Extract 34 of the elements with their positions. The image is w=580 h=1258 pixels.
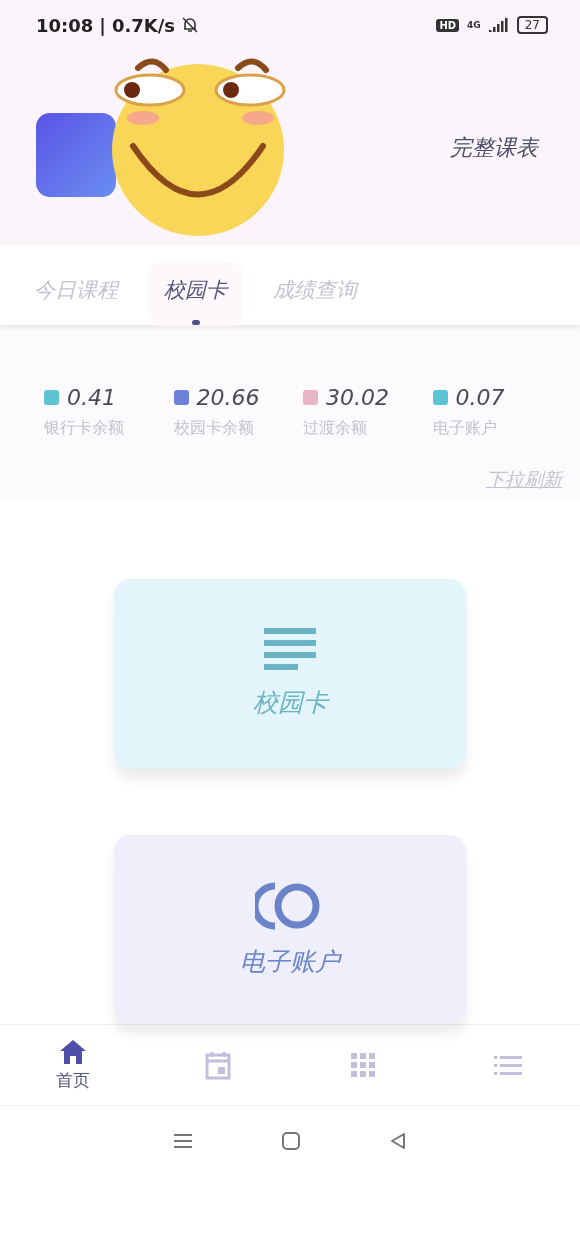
card-title: 电子账户 bbox=[240, 945, 340, 978]
network-speed: 0.7K/s bbox=[111, 14, 175, 36]
balance-label: 校园卡余额 bbox=[173, 418, 255, 439]
calendar-icon bbox=[203, 1050, 232, 1080]
menu-icon[interactable] bbox=[174, 1134, 192, 1148]
status-separator: | bbox=[99, 14, 106, 36]
balance-label: 银行卡余额 bbox=[44, 418, 125, 439]
home-icon bbox=[58, 1038, 87, 1065]
card-title: 校园卡 bbox=[252, 687, 328, 720]
balance-label: 过渡余额 bbox=[303, 418, 368, 439]
bell-muted-icon bbox=[181, 16, 199, 34]
balance-amount: 30.02 bbox=[326, 385, 389, 410]
tab[interactable]: 校园卡 bbox=[148, 262, 243, 326]
nav-item[interactable]: 首页 bbox=[0, 1025, 145, 1105]
network-type: 4G bbox=[467, 20, 481, 30]
balance-amount: 20.66 bbox=[196, 385, 260, 410]
lines-icon bbox=[264, 628, 316, 673]
full-schedule-link[interactable]: 完整课表 bbox=[450, 132, 538, 163]
nav-label: 首页 bbox=[55, 1068, 90, 1092]
status-time: 10:08 bbox=[36, 14, 94, 36]
signal-icon bbox=[488, 18, 509, 32]
tab[interactable]: 今日课程 bbox=[18, 262, 134, 326]
tab[interactable]: 成绩查询 bbox=[257, 262, 373, 326]
feature-card[interactable]: 电子账户 bbox=[114, 834, 466, 1024]
battery-level: 27 bbox=[516, 16, 548, 34]
balance-amount: 0.41 bbox=[67, 385, 116, 410]
feature-card[interactable]: 校园卡 bbox=[114, 579, 466, 769]
grid-icon bbox=[350, 1053, 375, 1077]
list-icon bbox=[493, 1055, 522, 1075]
home-square-icon[interactable] bbox=[282, 1132, 300, 1150]
balance-amount: 0.07 bbox=[455, 385, 505, 410]
back-icon[interactable] bbox=[390, 1132, 406, 1150]
balance-label: 电子账户 bbox=[432, 418, 498, 439]
hd-badge: HD bbox=[436, 18, 460, 32]
